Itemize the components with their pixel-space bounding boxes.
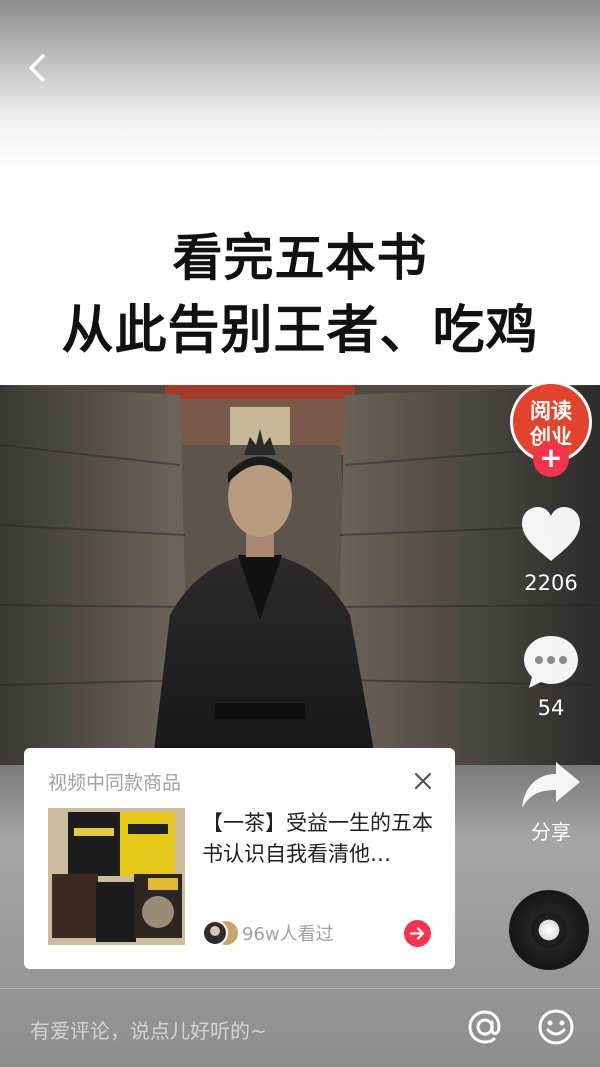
- author-avatar-group[interactable]: 阅读 创业 +: [510, 381, 592, 477]
- back-button[interactable]: [18, 48, 58, 88]
- product-card-header: 视频中同款商品: [48, 772, 182, 794]
- emoji-icon: [538, 1009, 574, 1045]
- headline-line-2: 从此告别王者、吃鸡: [61, 301, 539, 361]
- comment-count: 54: [537, 696, 565, 720]
- go-to-product-button[interactable]: [404, 920, 431, 947]
- headline-line-1: 看完五本书: [172, 229, 428, 287]
- avatar-text-line-1: 阅读: [530, 399, 572, 423]
- back-icon: [29, 54, 45, 82]
- emoji-button[interactable]: [537, 1008, 575, 1046]
- share-label: 分享: [531, 820, 571, 844]
- book-stack-illustration: [48, 808, 185, 945]
- like-button[interactable]: [520, 505, 582, 563]
- comment-icon: [524, 636, 578, 688]
- at-icon: [468, 1010, 501, 1044]
- comment-placeholder[interactable]: 有爱评论，说点儿好听的~: [30, 1015, 267, 1044]
- viewer-avatars: [202, 919, 242, 947]
- close-icon: [414, 772, 432, 790]
- viewer-count: 96w人看过: [242, 924, 334, 945]
- arrow-right-icon: [409, 927, 425, 940]
- product-card[interactable]: 视频中同款商品 【一茶】受益一生的五本书认识自我看清他… 96w人看过: [24, 748, 455, 969]
- heart-icon: [522, 507, 580, 561]
- share-button[interactable]: [520, 760, 582, 810]
- close-card-button[interactable]: [410, 768, 436, 794]
- like-count: 2206: [524, 571, 578, 595]
- mention-button[interactable]: [466, 1008, 504, 1046]
- product-title[interactable]: 【一茶】受益一生的五本书认识自我看清他…: [202, 808, 442, 870]
- follow-button[interactable]: +: [533, 441, 569, 477]
- comment-input-bar[interactable]: 有爱评论，说点儿好听的~: [0, 988, 600, 1067]
- comment-button[interactable]: [521, 632, 581, 692]
- music-disc[interactable]: [509, 890, 589, 970]
- product-thumbnail[interactable]: [48, 808, 185, 945]
- share-icon: [522, 762, 580, 808]
- music-disc-icon: [531, 912, 567, 948]
